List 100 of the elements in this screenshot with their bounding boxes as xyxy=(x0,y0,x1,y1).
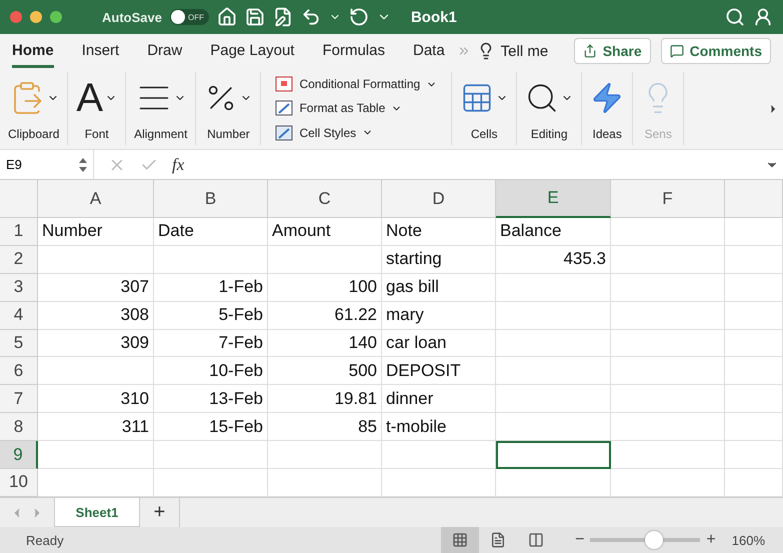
table-cell[interactable]: dinner xyxy=(382,385,496,414)
table-cell[interactable]: starting xyxy=(382,246,496,274)
table-cell[interactable]: 307 xyxy=(38,274,154,302)
undo-icon[interactable] xyxy=(300,7,321,27)
ribbon-button[interactable]: Number xyxy=(196,72,262,145)
table-cell[interactable] xyxy=(154,246,268,274)
table-cell[interactable]: car loan xyxy=(382,330,496,358)
table-cell[interactable] xyxy=(496,330,611,358)
table-cell[interactable] xyxy=(496,441,611,470)
table-cell[interactable]: 61.22 xyxy=(268,302,382,330)
table-cell[interactable]: Note xyxy=(382,218,496,246)
ribbon-button[interactable]: A Font xyxy=(68,72,126,145)
table-cell[interactable] xyxy=(725,330,783,358)
column-header[interactable]: F xyxy=(611,180,725,218)
table-cell[interactable] xyxy=(38,246,154,274)
ribbon-tab[interactable]: Insert xyxy=(82,34,120,68)
column-header[interactable]: C xyxy=(268,180,382,218)
table-cell[interactable] xyxy=(38,357,154,386)
column-header[interactable]: A xyxy=(38,180,154,218)
style-menu-button[interactable]: Cell Styles xyxy=(275,124,438,141)
ribbon-button[interactable]: Ideas xyxy=(582,72,634,145)
table-cell[interactable]: mary xyxy=(382,302,496,330)
save-icon[interactable] xyxy=(244,7,265,27)
row-header[interactable]: 10 xyxy=(0,469,38,497)
table-cell[interactable]: 140 xyxy=(268,330,382,358)
table-cell[interactable] xyxy=(725,302,783,330)
table-cell[interactable] xyxy=(496,357,611,386)
table-cell[interactable]: 15-Feb xyxy=(154,413,268,442)
tell-me-field[interactable]: Tell me xyxy=(500,42,548,60)
ribbon-button[interactable]: Clipboard xyxy=(0,72,68,145)
style-menu-button[interactable]: Format as Table xyxy=(275,100,438,116)
table-cell[interactable]: 311 xyxy=(38,413,154,442)
table-cell[interactable] xyxy=(611,330,725,358)
table-cell[interactable] xyxy=(268,246,382,274)
ribbon-tab[interactable]: Home xyxy=(12,34,54,68)
table-cell[interactable] xyxy=(611,385,725,414)
table-cell[interactable] xyxy=(496,274,611,302)
table-cell[interactable] xyxy=(496,302,611,330)
name-box[interactable]: E9 xyxy=(0,150,94,179)
table-cell[interactable]: 85 xyxy=(268,413,382,442)
table-cell[interactable] xyxy=(725,274,783,302)
view-button[interactable] xyxy=(441,527,480,553)
table-cell[interactable]: t-mobile xyxy=(382,413,496,442)
table-cell[interactable]: 310 xyxy=(38,385,154,414)
table-cell[interactable] xyxy=(496,413,611,442)
table-cell[interactable]: 19.81 xyxy=(268,385,382,414)
ribbon-tab[interactable]: Page Layout xyxy=(210,34,294,68)
ribbon-button[interactable]: Editing xyxy=(517,72,582,145)
row-header[interactable]: 7 xyxy=(0,385,38,414)
home-icon[interactable] xyxy=(216,7,237,27)
row-header[interactable]: 6 xyxy=(0,357,38,386)
share-button[interactable]: Share xyxy=(574,38,651,64)
table-cell[interactable] xyxy=(611,302,725,330)
table-cell[interactable]: 5-Feb xyxy=(154,302,268,330)
table-cell[interactable] xyxy=(611,246,725,274)
table-cell[interactable] xyxy=(611,274,725,302)
table-cell[interactable]: 435.3 xyxy=(496,246,611,274)
row-header[interactable]: 9 xyxy=(0,441,38,470)
redo-icon[interactable] xyxy=(348,7,369,27)
zoom-button[interactable] xyxy=(50,11,62,23)
autosave-toggle[interactable]: OFF xyxy=(170,9,209,25)
row-header[interactable]: 4 xyxy=(0,302,38,330)
row-header[interactable]: 2 xyxy=(0,246,38,274)
table-cell[interactable]: Balance xyxy=(496,218,611,246)
table-cell[interactable] xyxy=(611,441,725,470)
table-cell[interactable] xyxy=(725,441,783,470)
table-cell[interactable]: 13-Feb xyxy=(154,385,268,414)
column-header[interactable]: E xyxy=(496,180,611,218)
minimize-button[interactable] xyxy=(30,11,42,23)
table-cell[interactable]: 1-Feb xyxy=(154,274,268,302)
insert-function-button[interactable]: fx xyxy=(172,154,184,174)
table-cell[interactable] xyxy=(725,357,783,386)
user-icon[interactable] xyxy=(753,7,773,27)
zoom-out-button[interactable]: − xyxy=(569,531,590,549)
table-cell[interactable]: 10-Feb xyxy=(154,357,268,386)
row-header[interactable]: 8 xyxy=(0,413,38,442)
close-button[interactable] xyxy=(10,11,22,23)
edit-icon[interactable] xyxy=(272,7,293,27)
table-cell[interactable]: 308 xyxy=(38,302,154,330)
column-header[interactable]: D xyxy=(382,180,496,218)
sheet-tab[interactable]: Sheet1 xyxy=(54,498,140,527)
table-cell[interactable] xyxy=(382,441,496,470)
row-header[interactable]: 5 xyxy=(0,330,38,358)
table-cell[interactable]: Date xyxy=(154,218,268,246)
table-cell[interactable]: 500 xyxy=(268,357,382,386)
table-cell[interactable] xyxy=(38,441,154,470)
ribbon-tab[interactable]: Draw xyxy=(147,34,182,68)
column-header[interactable] xyxy=(725,180,783,218)
table-cell[interactable] xyxy=(725,218,783,246)
table-cell[interactable] xyxy=(611,218,725,246)
table-cell[interactable] xyxy=(611,413,725,442)
table-cell[interactable]: Number xyxy=(38,218,154,246)
zoom-in-button[interactable]: + xyxy=(700,531,722,549)
table-cell[interactable] xyxy=(496,385,611,414)
table-cell[interactable]: gas bill xyxy=(382,274,496,302)
comments-button[interactable]: Comments xyxy=(660,38,771,64)
table-cell[interactable]: DEPOSIT xyxy=(382,357,496,386)
ribbon-button[interactable]: Alignment xyxy=(126,72,196,145)
table-cell[interactable] xyxy=(154,441,268,470)
ribbon-tab[interactable]: Formulas xyxy=(322,34,385,68)
